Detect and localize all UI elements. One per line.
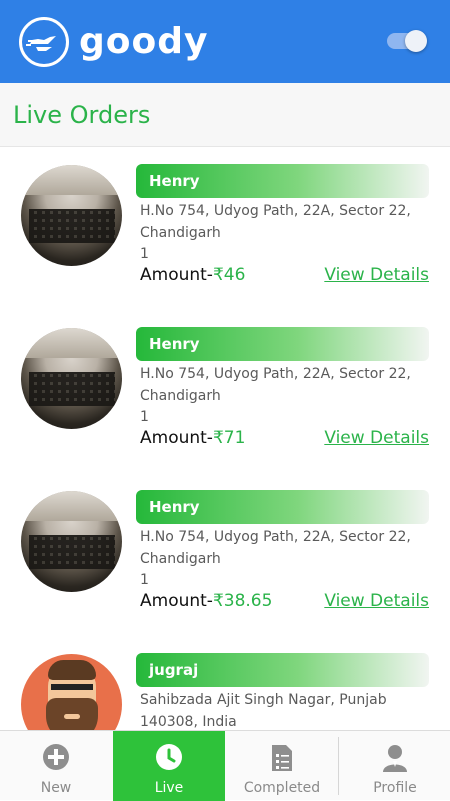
customer-avatar (21, 654, 122, 730)
amount-label: Amount- (140, 591, 213, 611)
amount-value: ₹71 (212, 428, 246, 448)
person-icon (383, 745, 407, 772)
nav-label-completed: Completed (243, 780, 321, 796)
plus-circle-icon (43, 744, 69, 770)
order-list[interactable]: Henry H.No 754, Udyog Path, 22A, Sector … (0, 148, 450, 730)
view-details-link[interactable]: View Details (324, 590, 429, 612)
customer-name: Henry (149, 335, 200, 353)
delivery-address: Sahibzada Ajit Singh Nagar, Punjab 14030… (140, 692, 387, 730)
app-bar: goody (0, 0, 450, 83)
amount-label: Amount- (140, 428, 213, 448)
clock-icon (156, 744, 182, 770)
order-card[interactable]: Henry H.No 754, Udyog Path, 22A, Sector … (0, 148, 450, 311)
customer-name: Henry (149, 498, 200, 516)
laptop-screen-graphic (21, 165, 122, 195)
availability-toggle[interactable] (385, 30, 429, 52)
order-card[interactable]: jugraj Sahibzada Ajit Singh Nagar, Punja… (0, 637, 450, 730)
glasses-graphic (51, 684, 93, 694)
delivery-address: H.No 754, Udyog Path, 22A, Sector 22, Ch… (140, 366, 411, 404)
toggle-knob (405, 30, 427, 52)
checklist-icon (272, 745, 292, 771)
laptop-screen-graphic (21, 328, 122, 358)
delivery-address: H.No 754, Udyog Path, 22A, Sector 22, Ch… (140, 529, 411, 567)
customer-avatar (21, 491, 122, 592)
customer-avatar (21, 165, 122, 266)
hair-graphic (48, 660, 96, 680)
amount-value: ₹46 (212, 265, 246, 285)
keyboard-graphic (29, 209, 115, 243)
view-details-link[interactable]: View Details (324, 264, 429, 286)
nav-tab-live[interactable]: Live (113, 731, 225, 801)
keyboard-graphic (29, 372, 115, 406)
bottom-nav: New Live Completed Profile (0, 730, 450, 801)
mouth-graphic (64, 714, 80, 719)
page-title-bar: Live Orders (0, 83, 450, 147)
nav-label-profile: Profile (373, 780, 417, 796)
customer-avatar (21, 328, 122, 429)
laptop-screen-graphic (21, 491, 122, 521)
page-title: Live Orders (13, 101, 151, 129)
order-amount: Amount-₹71 (140, 427, 245, 449)
nav-tab-new[interactable]: New (0, 731, 112, 801)
nav-label-new: New (40, 780, 72, 796)
item-quantity: 1 (140, 246, 149, 262)
amount-value: ₹38.65 (212, 591, 273, 611)
order-amount: Amount-₹46 (140, 264, 245, 286)
customer-name-bar: jugraj (136, 653, 429, 687)
amount-label: Amount- (140, 265, 213, 285)
nav-label-live: Live (154, 780, 184, 796)
item-quantity: 1 (140, 572, 149, 588)
customer-name: jugraj (149, 661, 199, 679)
customer-name: Henry (149, 172, 200, 190)
customer-name-bar: Henry (136, 164, 429, 198)
delivery-address: H.No 754, Udyog Path, 22A, Sector 22, Ch… (140, 203, 411, 241)
customer-name-bar: Henry (136, 490, 429, 524)
order-card[interactable]: Henry H.No 754, Udyog Path, 22A, Sector … (0, 311, 450, 474)
order-card[interactable]: Henry H.No 754, Udyog Path, 22A, Sector … (0, 474, 450, 637)
goody-logo-icon (19, 17, 69, 67)
keyboard-graphic (29, 535, 115, 569)
item-quantity: 1 (140, 409, 149, 425)
app-name: goody (79, 21, 209, 62)
nav-tab-profile[interactable]: Profile (339, 731, 450, 801)
customer-name-bar: Henry (136, 327, 429, 361)
view-details-link[interactable]: View Details (324, 427, 429, 449)
order-amount: Amount-₹38.65 (140, 590, 272, 612)
nav-tab-completed[interactable]: Completed (226, 731, 338, 801)
